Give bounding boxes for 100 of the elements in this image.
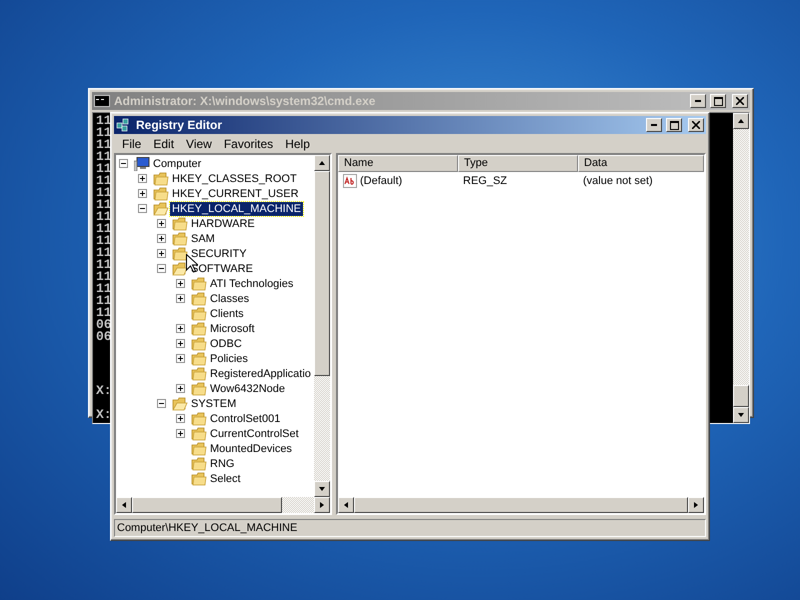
scroll-left-button[interactable]	[338, 497, 354, 513]
minus-icon	[121, 161, 126, 166]
tree-item[interactable]: Policies	[208, 352, 250, 366]
tree-item[interactable]: SYSTEM	[189, 396, 238, 410]
table-cell: (value not set)	[583, 174, 653, 186]
tree-item[interactable]: CurrentControlSet	[208, 426, 301, 440]
expand-toggle[interactable]	[138, 189, 147, 198]
plus-icon	[178, 281, 183, 286]
console-text: 11	[96, 115, 112, 127]
menu-item[interactable]: Help	[279, 136, 316, 150]
close-button[interactable]	[732, 94, 748, 108]
tree-item[interactable]: HKEY_CURRENT_USER	[170, 186, 301, 200]
tree-item[interactable]: RegisteredApplicatio	[208, 366, 313, 380]
tree-item[interactable]: MountedDevices	[208, 442, 294, 456]
expand-toggle[interactable]	[176, 414, 185, 423]
triangle-right-icon	[318, 501, 326, 509]
menu-item[interactable]: File	[116, 136, 148, 150]
folder-icon	[191, 456, 207, 470]
scroll-left-button[interactable]	[116, 497, 132, 513]
folder-icon	[191, 412, 207, 426]
folder-icon	[191, 366, 207, 380]
scroll-thumb[interactable]	[132, 497, 282, 513]
scroll-up-button[interactable]	[733, 113, 749, 129]
table-cell: REG_SZ	[463, 174, 508, 186]
computer-icon	[134, 156, 150, 170]
scrollbar[interactable]	[733, 113, 749, 423]
console-text: 11	[96, 163, 112, 175]
expand-toggle[interactable]	[157, 219, 166, 228]
collapse-toggle[interactable]	[119, 159, 128, 168]
menu-item[interactable]: Edit	[147, 136, 180, 150]
tree-item[interactable]: SECURITY	[189, 246, 249, 260]
console-text: 11	[96, 235, 112, 247]
tree-item[interactable]: ODBC	[208, 336, 244, 350]
tree-item[interactable]: RNG	[208, 456, 236, 470]
expand-toggle[interactable]	[176, 279, 185, 288]
expand-toggle[interactable]	[176, 429, 185, 438]
console-text: 11	[96, 295, 112, 307]
tree-item[interactable]: HKEY_LOCAL_MACHINE	[170, 202, 303, 216]
scroll-right-button[interactable]	[314, 497, 330, 513]
expand-toggle[interactable]	[176, 339, 185, 348]
console-text: 06	[96, 319, 112, 331]
tree-item[interactable]: SAM	[189, 232, 217, 246]
expand-toggle[interactable]	[176, 354, 185, 363]
scroll-right-button[interactable]	[688, 497, 704, 513]
folder-icon	[191, 322, 207, 336]
menu-item[interactable]: Favorites	[218, 136, 280, 150]
collapse-toggle[interactable]	[157, 399, 166, 408]
minimize-button[interactable]	[690, 94, 706, 108]
expand-toggle[interactable]	[176, 324, 185, 333]
maximize-button[interactable]	[666, 118, 682, 132]
console-prompt: X:	[96, 385, 112, 397]
tree-item[interactable]: ATI Technologies	[208, 276, 296, 290]
tree-item[interactable]: Wow6432Node	[208, 382, 288, 396]
minimize-button[interactable]	[646, 118, 662, 132]
column-header[interactable]: Type	[458, 155, 578, 172]
scroll-down-button[interactable]	[733, 407, 749, 423]
expand-toggle[interactable]	[176, 294, 185, 303]
expand-toggle[interactable]	[157, 234, 166, 243]
console-text: 11	[96, 259, 112, 271]
scroll-thumb[interactable]	[314, 171, 330, 376]
console-text: 11	[96, 223, 112, 235]
plus-icon	[178, 431, 183, 436]
console-text: 11	[96, 175, 112, 187]
column-header[interactable]: Name	[338, 155, 458, 172]
plus-icon	[159, 251, 164, 256]
tree-item[interactable]: ControlSet001	[208, 412, 282, 426]
tree-item[interactable]: Select	[208, 472, 243, 486]
scrollbar[interactable]	[116, 497, 330, 513]
plus-icon	[178, 416, 183, 421]
tree-item[interactable]: HKEY_CLASSES_ROOT	[170, 172, 299, 186]
console-text: 11	[96, 139, 112, 151]
tree-item[interactable]: Classes	[208, 292, 252, 306]
close-icon	[736, 97, 744, 105]
tree-item[interactable]: Computer	[151, 156, 204, 170]
minus-icon	[140, 206, 145, 211]
triangle-down-icon	[737, 411, 745, 419]
close-button[interactable]	[688, 118, 704, 132]
scrollbar[interactable]	[314, 155, 330, 497]
menu-item[interactable]: View	[180, 136, 218, 150]
collapse-toggle[interactable]	[157, 264, 166, 273]
triangle-left-icon	[120, 501, 128, 509]
tree-item[interactable]: Clients	[208, 306, 246, 320]
tree-item[interactable]: Microsoft	[208, 322, 257, 336]
maximize-button[interactable]	[710, 94, 726, 108]
expand-toggle[interactable]	[176, 384, 185, 393]
collapse-toggle[interactable]	[138, 204, 147, 213]
expand-toggle[interactable]	[157, 249, 166, 258]
plus-icon	[140, 176, 145, 181]
folder-icon	[172, 216, 188, 230]
expand-toggle[interactable]	[138, 174, 147, 183]
plus-icon	[140, 191, 145, 196]
scroll-up-button[interactable]	[314, 155, 330, 171]
folder-icon	[191, 426, 207, 440]
column-header[interactable]: Data	[578, 155, 704, 172]
scroll-thumb[interactable]	[733, 385, 749, 407]
plus-icon	[159, 221, 164, 226]
console-text: 11	[96, 187, 112, 199]
scroll-down-button[interactable]	[314, 481, 330, 497]
tree-item[interactable]: HARDWARE	[189, 216, 257, 230]
minus-icon	[159, 401, 164, 406]
